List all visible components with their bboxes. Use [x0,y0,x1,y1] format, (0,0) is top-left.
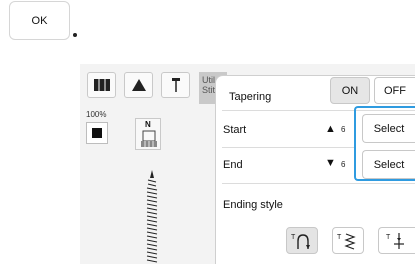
divider [222,147,354,148]
needle-icon [171,78,180,92]
tapered-end-loop-icon: T [291,234,310,249]
tapering-off-button[interactable]: OFF [374,77,415,104]
svg-text:T: T [291,234,296,241]
ending-style-label: Ending style [223,199,283,211]
ok-key-label: OK [31,14,48,27]
stop-square-icon [92,128,102,138]
down-triangle-icon: ▼ [325,157,336,169]
cone-icon [131,79,146,91]
embroidery-book-button[interactable] [87,72,116,98]
divider [222,183,415,184]
tapering-on-button[interactable]: ON [330,77,370,104]
thread-cone-button[interactable] [124,72,153,98]
needle-button[interactable] [161,72,190,98]
zoom-level: 100% [86,110,107,119]
tapering-label: Tapering [229,91,272,103]
start-label: Start [223,124,247,136]
utility-stitch-tab-label: Util Stit [202,75,216,95]
svg-text:T: T [337,234,342,241]
tapered-end-cross-icon: T [386,232,404,249]
ending-style-option-2[interactable]: T [332,227,364,254]
start-value: 6 [341,125,346,134]
tapered-end-zigzag-icon: T [337,232,356,250]
select-buttons-highlight [354,106,415,181]
presser-foot-letter: N [145,120,151,129]
embroidery-book-icon [93,79,110,91]
end-value: 6 [341,160,346,169]
stitch-preview-icon [146,170,158,263]
up-triangle-icon: ▲ [325,123,336,135]
ok-key[interactable]: OK [9,1,70,40]
ending-style-option-1[interactable]: T [286,227,318,254]
view-mode-button[interactable] [86,122,108,144]
tapering-on-label: ON [341,84,359,97]
ending-style-option-3[interactable]: T [378,227,415,254]
end-label: End [223,159,243,171]
period-mark [73,33,77,37]
tapering-off-label: OFF [384,84,406,97]
svg-text:T: T [386,234,391,241]
